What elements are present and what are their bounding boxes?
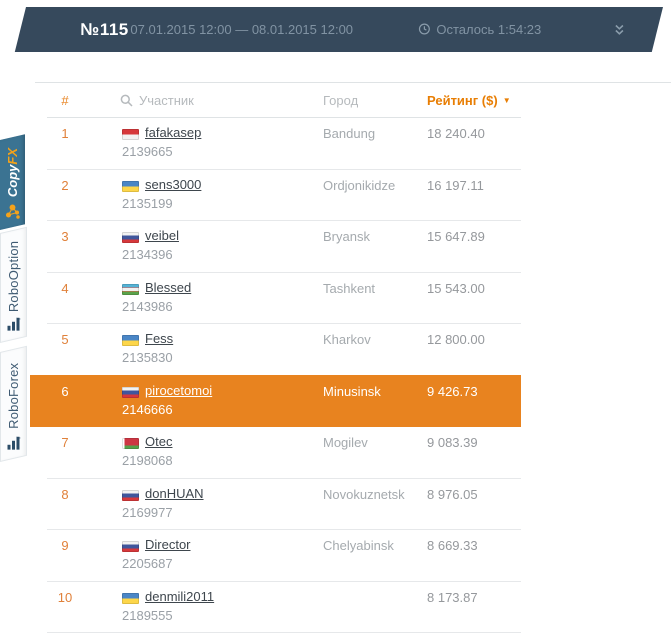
rating-sort-header[interactable]: Рейтинг ($) ▼	[427, 83, 511, 118]
country-flag-icon	[122, 386, 139, 398]
rating-cell: 8 173.87	[427, 589, 478, 605]
copyfx-label: CopyFX	[5, 148, 20, 198]
rating-cell: 16 197.11	[427, 177, 484, 193]
search-icon[interactable]	[120, 94, 133, 107]
table-body: 1 fafakasep 2139665 Bandung 18 240.40 2 …	[30, 118, 671, 633]
rating-cell: 18 240.40	[427, 126, 485, 141]
rating-cell: 15 543.00	[427, 280, 485, 296]
rating-cell: 8 669.33	[427, 538, 478, 553]
table-row: 4 Blessed 2143986 Tashkent 15 543.00	[35, 273, 671, 324]
rank-cell: 4	[61, 280, 69, 296]
city-cell: Bandung	[323, 126, 376, 141]
table-row: 1 fafakasep 2139665 Bandung 18 240.40	[35, 118, 671, 170]
city-cell: Minusinsk	[323, 383, 381, 399]
side-tab-roboforex[interactable]: RoboForex	[0, 345, 27, 462]
rank-cell: 9	[61, 538, 69, 553]
participant-link[interactable]: Director	[145, 537, 191, 552]
side-tab-robooption[interactable]: RoboOption	[0, 226, 27, 343]
rank-cell: 8	[61, 486, 69, 502]
account-number: 2205687	[122, 556, 173, 571]
rank-cell: 10	[57, 589, 73, 605]
account-number: 2134396	[122, 247, 173, 262]
rank-column-header: #	[61, 93, 69, 108]
account-number: 2198068	[122, 453, 173, 468]
account-number: 2143986	[122, 298, 173, 314]
country-flag-icon	[122, 180, 139, 192]
participant-link[interactable]: sens3000	[145, 177, 201, 192]
rating-cell: 12 800.00	[427, 332, 485, 347]
city-cell: Bryansk	[323, 229, 370, 244]
contest-leaderboard-page: №115 07.01.2015 12:00 — 08.01.2015 12:00…	[0, 0, 671, 633]
country-flag-icon	[122, 489, 139, 501]
participant-link[interactable]: donHUAN	[145, 486, 204, 501]
city-cell: Kharkov	[323, 332, 371, 347]
account-number: 2146666	[122, 401, 173, 417]
table-row: 3 veibel 2134396 Bryansk 15 647.89	[35, 221, 671, 273]
rank-cell: 5	[61, 332, 69, 347]
account-number: 2139665	[122, 144, 173, 159]
robooption-logo-icon	[7, 317, 21, 336]
account-number: 2189555	[122, 607, 173, 623]
table-row: 5 Fess 2135830 Kharkov 12 800.00	[35, 324, 671, 376]
country-flag-icon	[122, 541, 139, 552]
rating-cell: 15 647.89	[427, 229, 485, 244]
rating-cell: 9 426.73	[427, 383, 478, 399]
time-remaining: Осталось 1:54:23	[418, 7, 541, 52]
participant-column-label: Участник	[139, 93, 194, 108]
time-remaining-label: Осталось 1:54:23	[436, 22, 542, 37]
table-row: 6 pirocetomoi 2146666 Minusinsk 9 426.73	[30, 374, 671, 428]
participant-link[interactable]: pirocetomoi	[145, 383, 212, 398]
table-row: 10 denmili2011 2189555 8 173.87	[35, 582, 671, 633]
rating-column-label: Рейтинг ($)	[427, 93, 498, 108]
participant-column-header: Участник	[120, 83, 194, 118]
city-column-header: Город	[323, 93, 359, 108]
participant-link[interactable]: denmili2011	[145, 589, 214, 604]
rank-cell: 1	[61, 126, 69, 141]
account-number: 2135199	[122, 195, 173, 211]
network-molecule-icon	[4, 203, 21, 225]
account-number: 2169977	[122, 504, 173, 520]
table-header-row: # Участник Город Рейтинг ($) ▼	[35, 83, 671, 118]
country-flag-icon	[122, 335, 139, 346]
double-chevron-down-icon[interactable]	[612, 23, 626, 41]
participant-link[interactable]: Otec	[145, 434, 172, 449]
robooption-label: RoboOption	[6, 241, 21, 313]
clock-icon	[418, 23, 430, 35]
rank-cell: 6	[61, 383, 69, 399]
rank-cell: 3	[61, 229, 69, 244]
table-row: 2 sens3000 2135199 Ordjonikidze 16 197.1…	[35, 170, 671, 221]
participant-link[interactable]: Blessed	[145, 280, 191, 295]
city-cell: Chelyabinsk	[323, 538, 394, 553]
rating-cell: 8 976.05	[427, 486, 478, 502]
sort-desc-icon: ▼	[502, 96, 511, 105]
city-cell: Ordjonikidze	[323, 177, 396, 193]
country-flag-icon	[122, 283, 139, 295]
side-tab-copyfx[interactable]: CopyFX	[0, 134, 25, 230]
participant-link[interactable]: fafakasep	[145, 125, 201, 140]
country-flag-icon	[122, 232, 139, 243]
contest-period: 07.01.2015 12:00 — 08.01.2015 12:00	[130, 22, 354, 37]
roboforex-label: RoboForex	[6, 362, 21, 429]
country-flag-icon	[122, 438, 139, 449]
city-cell: Tashkent	[323, 280, 376, 296]
rank-cell: 7	[61, 435, 69, 450]
city-cell: Mogilev	[323, 435, 368, 450]
rating-cell: 9 083.39	[427, 435, 478, 450]
table-row: 8 donHUAN 2169977 Novokuznetsk 8 976.05	[35, 479, 671, 530]
rank-cell: 2	[61, 177, 69, 193]
leaderboard-table: # Участник Город Рейтинг ($) ▼ 1 fafakase…	[30, 82, 671, 633]
contest-header-bar: №115 07.01.2015 12:00 — 08.01.2015 12:00…	[14, 7, 664, 52]
country-flag-icon	[122, 592, 139, 604]
account-number: 2135830	[122, 350, 173, 365]
table-row: 7 Otec 2198068 Mogilev 9 083.39	[35, 427, 671, 479]
participant-link[interactable]: Fess	[145, 331, 173, 346]
country-flag-icon	[122, 129, 139, 140]
roboforex-logo-icon	[7, 436, 21, 455]
participant-link[interactable]: veibel	[145, 228, 179, 243]
contest-number: №115	[80, 20, 129, 39]
city-cell: Novokuznetsk	[323, 486, 405, 502]
table-row: 9 Director 2205687 Chelyabinsk 8 669.33	[35, 530, 671, 582]
